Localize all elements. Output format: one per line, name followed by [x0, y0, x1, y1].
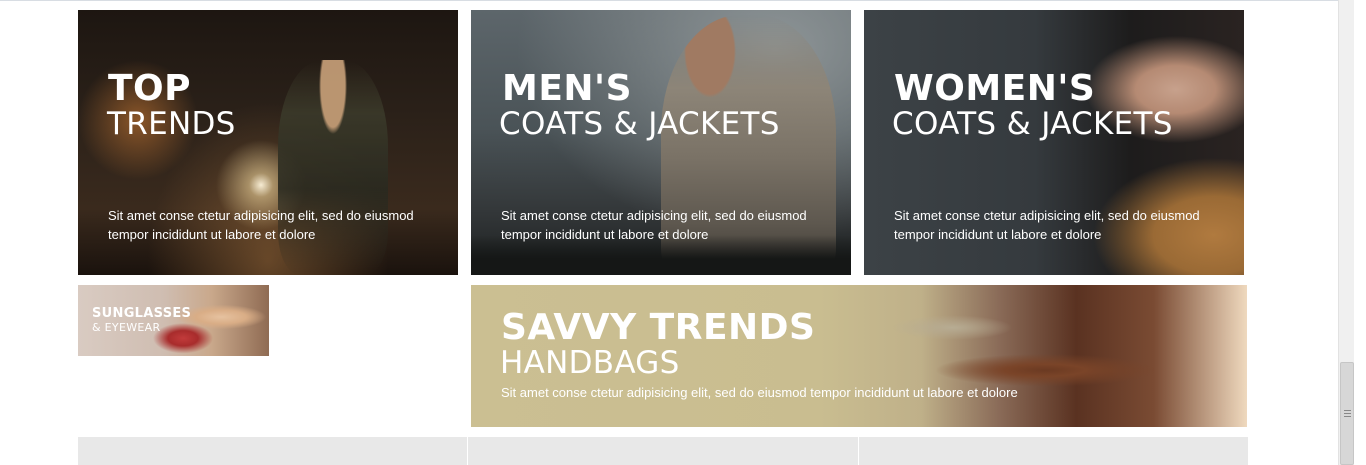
banner-mens-coats[interactable]: MEN'S COATS & JACKETS Sit amet conse cte…: [471, 10, 851, 275]
banner-top-trends[interactable]: TOP TRENDS Sit amet conse ctetur adipisi…: [78, 10, 458, 275]
vertical-scrollbar[interactable]: [1338, 0, 1354, 465]
banner-mens-coats-subtitle: COATS & JACKETS: [499, 106, 780, 142]
banner-womens-coats[interactable]: WOMEN'S COATS & JACKETS Sit amet conse c…: [864, 10, 1244, 275]
banner-top-trends-description: Sit amet conse ctetur adipisicing elit, …: [108, 208, 414, 242]
banner-womens-coats-description: Sit amet conse ctetur adipisicing elit, …: [894, 208, 1200, 242]
banner-savvy-trends-description: Sit amet conse ctetur adipisicing elit, …: [501, 385, 1018, 400]
banner-womens-coats-subtitle: COATS & JACKETS: [892, 106, 1173, 142]
banner-savvy-trends-title: SAVVY TRENDS: [501, 307, 816, 348]
scrollbar-thumb[interactable]: [1340, 362, 1354, 465]
banner-sunglasses[interactable]: SUNGLASSES & EYEWEAR: [78, 285, 269, 356]
banner-top-trends-subtitle: TRENDS: [107, 106, 236, 142]
banner-mens-coats-title: MEN'S: [502, 68, 632, 109]
banner-womens-coats-title: WOMEN'S: [894, 68, 1096, 109]
bottom-panel-2: [468, 437, 858, 465]
banner-sunglasses-subtitle: & EYEWEAR: [92, 321, 161, 334]
grip-icon: [1344, 410, 1351, 417]
banner-mens-coats-description: Sit amet conse ctetur adipisicing elit, …: [501, 208, 807, 242]
banner-savvy-trends[interactable]: SAVVY TRENDS HANDBAGS Sit amet conse cte…: [471, 285, 1247, 427]
banner-top-trends-title: TOP: [108, 68, 192, 109]
bottom-panel-1: [78, 437, 467, 465]
page-top-divider: [0, 0, 1338, 1]
banner-sunglasses-title: SUNGLASSES: [92, 306, 192, 321]
bottom-panel-3: [859, 437, 1248, 465]
banner-savvy-trends-subtitle: HANDBAGS: [500, 345, 680, 381]
